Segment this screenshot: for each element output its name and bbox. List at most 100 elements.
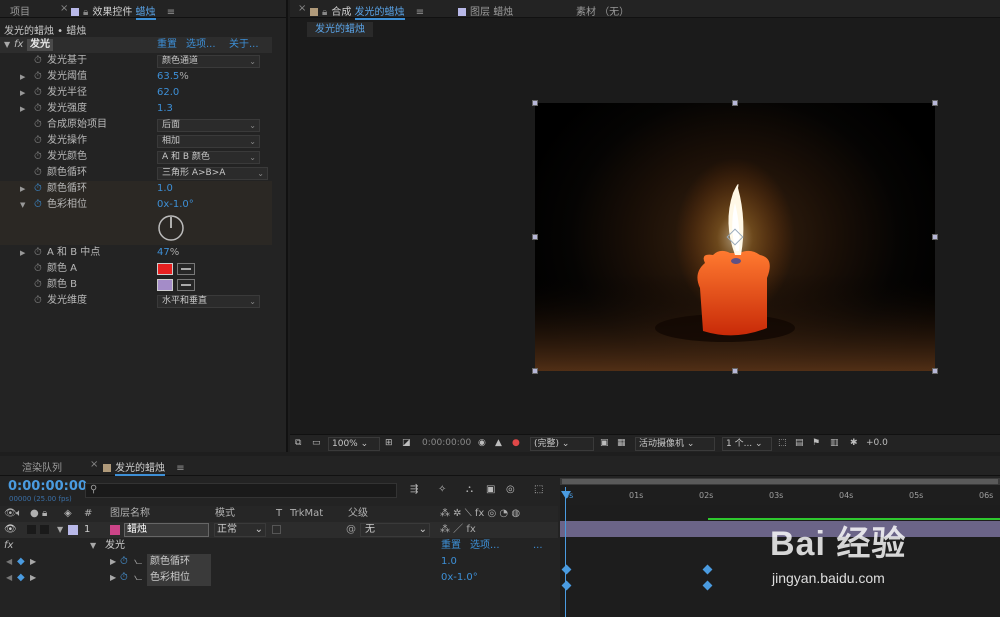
- expand-triangle-icon[interactable]: ▶: [20, 101, 25, 117]
- color-loops-value[interactable]: 1.0: [157, 181, 173, 197]
- label-icon[interactable]: ◈: [64, 506, 72, 522]
- work-area-bar[interactable]: [560, 478, 1000, 485]
- grid-icon[interactable]: ⊞: [385, 438, 393, 448]
- eye-icon[interactable]: 👁︎: [4, 506, 17, 522]
- layer-row[interactable]: 👁︎ ▼ 1 蜡烛 正常 ⌄ @ 无 ⌄ ⁂ ／ fx: [0, 522, 558, 538]
- color-looping-dropdown[interactable]: 三角形 A>B>A ⌄: [157, 167, 268, 180]
- transform-handle[interactable]: [732, 368, 738, 374]
- tab-render-queue[interactable]: 渲染队列: [22, 459, 62, 474]
- stopwatch-active-icon[interactable]: ⏱︎: [120, 570, 128, 586]
- parent-dropdown[interactable]: 无 ⌄: [360, 523, 430, 537]
- expand-triangle-icon[interactable]: ▶: [20, 69, 25, 85]
- options-link[interactable]: 选项...: [470, 538, 500, 554]
- transform-handle[interactable]: [532, 234, 538, 240]
- stopwatch-active-icon[interactable]: ⏱︎: [34, 181, 42, 197]
- resolution-dropdown[interactable]: (完整) ⌄: [530, 437, 594, 451]
- glow-radius-value[interactable]: 62.0: [157, 85, 179, 101]
- composite-original-dropdown[interactable]: 后面 ⌄: [157, 119, 260, 132]
- tab-composition[interactable]: 🔒︎ 合成 发光的蜡烛 ≡: [310, 3, 424, 20]
- stopwatch-icon[interactable]: ⏱︎: [34, 165, 42, 181]
- transform-handle[interactable]: [532, 100, 538, 106]
- color-phase-value[interactable]: 0x-1.0°: [157, 197, 194, 213]
- ab-midpoint-value[interactable]: 47%: [157, 245, 179, 261]
- views-dropdown[interactable]: 1 个... ⌄: [722, 437, 772, 451]
- stopwatch-icon[interactable]: ⏱︎: [34, 261, 42, 277]
- stopwatch-icon[interactable]: ⏱︎: [34, 293, 42, 309]
- mask-icon[interactable]: ◪: [402, 438, 411, 448]
- property-value[interactable]: 1.0: [441, 554, 457, 570]
- stopwatch-active-icon[interactable]: ⏱︎: [34, 197, 42, 213]
- camera-dropdown[interactable]: 活动摄像机 ⌄: [635, 437, 715, 451]
- layer-label-color[interactable]: [68, 525, 78, 535]
- visibility-eye-icon[interactable]: 👁︎: [4, 522, 17, 538]
- mode-dropdown[interactable]: 正常 ⌄: [214, 523, 266, 537]
- graph-icon[interactable]: ⦦: [134, 570, 142, 586]
- keyframe-property-row[interactable]: ◀ ◆ ▶ ▶ ⏱︎ ⦦ 颜色循环 1.0: [0, 554, 558, 570]
- keyframe[interactable]: [702, 580, 713, 591]
- pixel-aspect-icon[interactable]: ⬚: [778, 438, 787, 448]
- region-of-interest-icon[interactable]: ▣: [600, 438, 609, 448]
- pickwhip-icon[interactable]: @: [346, 522, 356, 538]
- about-link[interactable]: 关于...: [229, 37, 259, 53]
- stopwatch-icon[interactable]: ⏱︎: [34, 85, 42, 101]
- motion-blur-icon[interactable]: ◎: [506, 484, 515, 495]
- glow-intensity-value[interactable]: 1.3: [157, 101, 173, 117]
- next-keyframe-icon[interactable]: ▶: [30, 570, 36, 586]
- next-keyframe-icon[interactable]: ▶: [30, 554, 36, 570]
- stopwatch-icon[interactable]: ⏱︎: [34, 245, 42, 261]
- menu-icon[interactable]: ≡: [176, 463, 184, 474]
- exposure-value[interactable]: +0.0: [866, 438, 888, 448]
- work-area-range[interactable]: [562, 479, 998, 484]
- monitor-icon[interactable]: ▭: [312, 438, 321, 448]
- expand-triangle-icon[interactable]: ▶: [20, 181, 25, 197]
- lock-icon[interactable]: 🔒︎: [42, 506, 47, 522]
- collapse-triangle-icon[interactable]: ▼: [90, 538, 96, 554]
- transform-handle[interactable]: [732, 100, 738, 106]
- draft-3d-icon[interactable]: ✧: [438, 484, 446, 495]
- exposure-icon[interactable]: ✱: [850, 438, 858, 448]
- current-time-indicator[interactable]: [565, 487, 566, 617]
- keyframe[interactable]: [702, 564, 713, 575]
- collapse-triangle-icon[interactable]: ▼: [57, 522, 63, 538]
- keyframe-property-row[interactable]: ◀ ◆ ▶ ▶ ⏱︎ ⦦ 色彩相位 0x-1.0°: [0, 570, 558, 586]
- stopwatch-icon[interactable]: ⏱︎: [34, 53, 42, 69]
- always-preview-icon[interactable]: ⧉: [295, 438, 301, 448]
- layer-switches[interactable]: ⁂ ／ fx: [440, 522, 476, 538]
- fx-icon[interactable]: fx: [4, 538, 13, 554]
- playhead-icon[interactable]: [561, 491, 571, 499]
- comp-mini-flowchart-icon[interactable]: ⇶: [410, 484, 418, 495]
- glow-based-on-dropdown[interactable]: 颜色通道 ⌄: [157, 55, 260, 68]
- transform-handle[interactable]: [932, 100, 938, 106]
- audio-icon[interactable]: 🔈︎: [16, 506, 22, 522]
- stopwatch-icon[interactable]: ⏱︎: [34, 117, 42, 133]
- eyedropper-icon[interactable]: [177, 263, 195, 275]
- tab-project[interactable]: 项目: [10, 3, 30, 18]
- transparency-grid-icon[interactable]: ▦: [617, 438, 626, 448]
- glow-colors-dropdown[interactable]: A 和 B 颜色 ⌄: [157, 151, 260, 164]
- close-icon[interactable]: ×: [90, 459, 98, 470]
- color-b-swatch[interactable]: [157, 279, 173, 291]
- stopwatch-icon[interactable]: ⏱︎: [34, 69, 42, 85]
- stopwatch-icon[interactable]: ⏱︎: [34, 149, 42, 165]
- add-keyframe-icon[interactable]: ◆: [17, 570, 25, 586]
- layer-name-field[interactable]: 蜡烛: [124, 523, 209, 537]
- solo-icon[interactable]: ●: [30, 506, 39, 522]
- camera-snapshot-icon[interactable]: ◉: [478, 438, 486, 448]
- time-ruler[interactable]: 0s 01s 02s 03s 04s 05s 06s: [560, 485, 1000, 505]
- search-input[interactable]: ⚲: [85, 483, 397, 498]
- channel-icon[interactable]: ●: [512, 438, 520, 448]
- stopwatch-icon[interactable]: ⏱︎: [34, 277, 42, 293]
- menu-icon[interactable]: ≡: [167, 7, 175, 18]
- graph-icon[interactable]: ⦦: [134, 554, 142, 570]
- close-icon[interactable]: ×: [298, 3, 306, 14]
- expand-triangle-icon[interactable]: ▶: [110, 570, 116, 586]
- add-keyframe-icon[interactable]: ◆: [17, 554, 25, 570]
- reset-link[interactable]: 重置: [157, 37, 177, 53]
- transform-handle[interactable]: [932, 368, 938, 374]
- tab-comp-timeline[interactable]: 发光的蜡烛 ≡: [103, 459, 185, 476]
- glow-operation-dropdown[interactable]: 相加 ⌄: [157, 135, 260, 148]
- options-link[interactable]: 选项...: [186, 37, 216, 53]
- transform-handle[interactable]: [932, 234, 938, 240]
- reset-link[interactable]: 重置: [441, 538, 461, 554]
- zoom-dropdown[interactable]: 100% ⌄: [328, 437, 380, 451]
